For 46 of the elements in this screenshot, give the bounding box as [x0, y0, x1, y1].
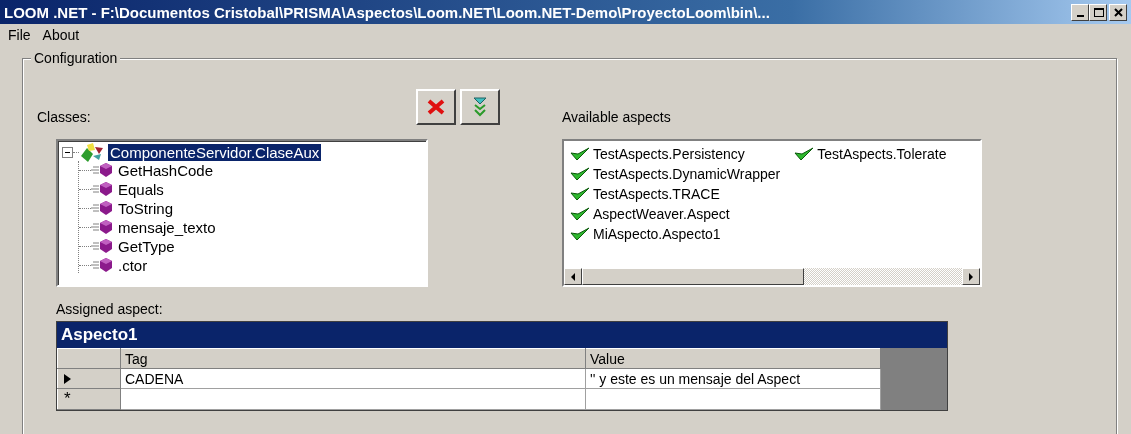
- horizontal-scrollbar[interactable]: [564, 268, 980, 285]
- group-title: Configuration: [31, 50, 121, 66]
- new-row-marker: *: [64, 389, 71, 408]
- window-title: LOOM .NET - F:\Documentos Cristobal\PRISMA\Aspectos\Loom.NET\Loom.NET-Demo\ProyectoLoom\bin\...: [4, 3, 771, 21]
- check-icon: [570, 147, 590, 161]
- tree-item[interactable]: .ctor: [116, 256, 150, 274]
- check-icon: [570, 207, 590, 221]
- close-icon: [1112, 6, 1124, 18]
- check-icon: [570, 167, 590, 181]
- right-arrow-icon: [968, 272, 974, 281]
- aspect-item[interactable]: TestAspects.TRACE: [593, 186, 720, 202]
- check-icon: [570, 227, 590, 241]
- field-label: Classes:: [37, 109, 91, 125]
- column-header[interactable]: Tag: [120, 348, 586, 369]
- maximize-icon: [1092, 6, 1104, 18]
- grid-caption: Aspecto1: [57, 322, 947, 348]
- minimize-button[interactable]: [1071, 3, 1089, 21]
- tree-item[interactable]: GetType: [116, 237, 177, 255]
- tree-item[interactable]: ComponenteServidor.ClaseAux: [108, 144, 322, 162]
- collapse-icon[interactable]: [62, 147, 73, 159]
- class-icon: [79, 141, 105, 164]
- aspect-item[interactable]: MiAspecto.Aspecto1: [593, 226, 721, 242]
- tree-item[interactable]: ToString: [116, 199, 176, 217]
- aspect-item[interactable]: TestAspects.DynamicWrapper: [593, 166, 781, 182]
- field-label: Available aspects: [562, 109, 671, 125]
- funnel-arrow-icon: [473, 97, 487, 117]
- assign-button[interactable]: [460, 89, 500, 125]
- remove-button[interactable]: [416, 89, 456, 125]
- close-button[interactable]: [1109, 3, 1127, 21]
- menu-item[interactable]: About: [36, 27, 86, 43]
- left-arrow-icon: [570, 272, 576, 281]
- tree-item[interactable]: Equals: [116, 180, 166, 198]
- check-icon: [794, 147, 815, 161]
- delete-icon: [427, 99, 445, 115]
- field-label: Assigned aspect:: [56, 301, 164, 317]
- aspect-item[interactable]: TestAspects.Tolerate: [817, 146, 947, 162]
- tree-item[interactable]: GetHashCode: [116, 161, 216, 179]
- aspect-item[interactable]: AspectWeaver.Aspect: [593, 206, 730, 222]
- aspect-item[interactable]: TestAspects.Persistency: [593, 146, 745, 162]
- table-cell[interactable]: CADENA: [120, 368, 586, 389]
- maximize-button[interactable]: [1089, 3, 1107, 21]
- menu-item[interactable]: File: [2, 27, 37, 43]
- minimize-icon: [1076, 14, 1084, 17]
- tree-item[interactable]: mensaje_texto: [116, 218, 218, 236]
- column-header[interactable]: Value: [585, 348, 881, 369]
- check-icon: [570, 187, 590, 201]
